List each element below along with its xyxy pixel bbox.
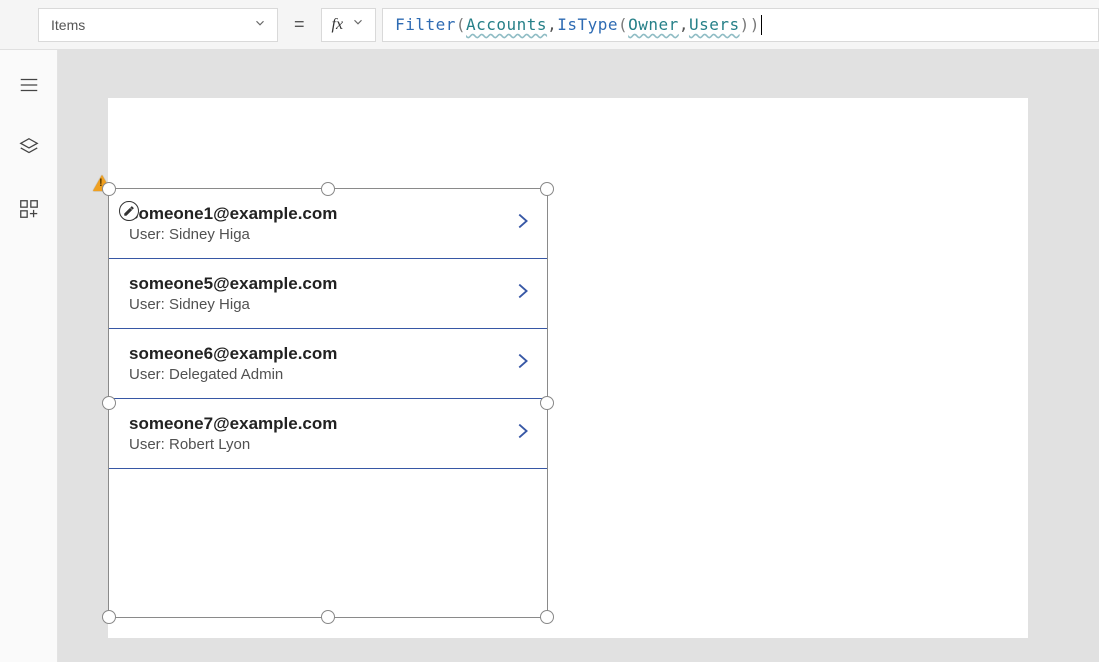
property-selector[interactable]: Items xyxy=(38,8,278,42)
resize-handle[interactable] xyxy=(321,182,335,196)
chevron-right-icon[interactable] xyxy=(511,210,533,237)
list-item[interactable]: someone7@example.com User: Robert Lyon xyxy=(109,399,547,469)
formula-token: Accounts xyxy=(466,15,547,34)
chevron-right-icon[interactable] xyxy=(511,420,533,447)
chevron-right-icon[interactable] xyxy=(511,350,533,377)
pencil-icon xyxy=(123,205,135,217)
edit-badge[interactable] xyxy=(119,201,139,221)
formula-token: , xyxy=(547,15,557,34)
insert-grid-icon xyxy=(18,198,40,220)
item-subtitle: User: Robert Lyon xyxy=(129,436,511,453)
list-item[interactable]: someone1@example.com User: Sidney Higa xyxy=(109,189,547,259)
formula-token: ) xyxy=(750,15,760,34)
resize-handle[interactable] xyxy=(102,610,116,624)
text-cursor xyxy=(761,15,762,35)
property-selector-value: Items xyxy=(51,17,85,33)
equals-label: = xyxy=(278,14,321,35)
chevron-down-icon xyxy=(253,16,267,33)
item-title: someone6@example.com xyxy=(129,344,511,364)
item-title: someone7@example.com xyxy=(129,414,511,434)
resize-handle[interactable] xyxy=(321,610,335,624)
layers-icon xyxy=(18,136,40,158)
item-subtitle: User: Sidney Higa xyxy=(129,226,511,243)
fx-label: fx xyxy=(332,16,344,34)
list-item[interactable]: someone5@example.com User: Sidney Higa xyxy=(109,259,547,329)
list-item[interactable]: someone6@example.com User: Delegated Adm… xyxy=(109,329,547,399)
formula-token: IsType xyxy=(557,15,618,34)
hamburger-button[interactable] xyxy=(18,74,40,96)
chevron-right-icon[interactable] xyxy=(511,280,533,307)
resize-handle[interactable] xyxy=(540,396,554,410)
resize-handle[interactable] xyxy=(540,610,554,624)
resize-handle[interactable] xyxy=(102,396,116,410)
hamburger-icon xyxy=(18,74,40,96)
artboard[interactable]: someone1@example.com User: Sidney Higa s… xyxy=(108,98,1028,638)
formula-input[interactable]: Filter( Accounts, IsType( Owner, Users )… xyxy=(382,8,1099,42)
formula-token: Users xyxy=(689,15,740,34)
formula-token: ( xyxy=(618,15,628,34)
insert-button[interactable] xyxy=(18,198,40,220)
canvas-area[interactable]: someone1@example.com User: Sidney Higa s… xyxy=(58,50,1099,662)
formula-token: Filter xyxy=(395,15,456,34)
gallery-control[interactable]: someone1@example.com User: Sidney Higa s… xyxy=(108,188,548,618)
formula-token: ( xyxy=(456,15,466,34)
formula-token: Owner xyxy=(628,15,679,34)
item-subtitle: User: Delegated Admin xyxy=(129,366,511,383)
item-title: someone5@example.com xyxy=(129,274,511,294)
resize-handle[interactable] xyxy=(540,182,554,196)
item-subtitle: User: Sidney Higa xyxy=(129,296,511,313)
formula-bar: Items = fx Filter( Accounts, IsType( Own… xyxy=(0,0,1099,50)
chevron-down-icon xyxy=(351,15,365,34)
fx-button[interactable]: fx xyxy=(321,8,377,42)
left-rail xyxy=(0,50,58,662)
item-title: someone1@example.com xyxy=(129,204,511,224)
resize-handle[interactable] xyxy=(102,182,116,196)
formula-token: ) xyxy=(740,15,750,34)
formula-token: , xyxy=(679,15,689,34)
layers-button[interactable] xyxy=(18,136,40,158)
